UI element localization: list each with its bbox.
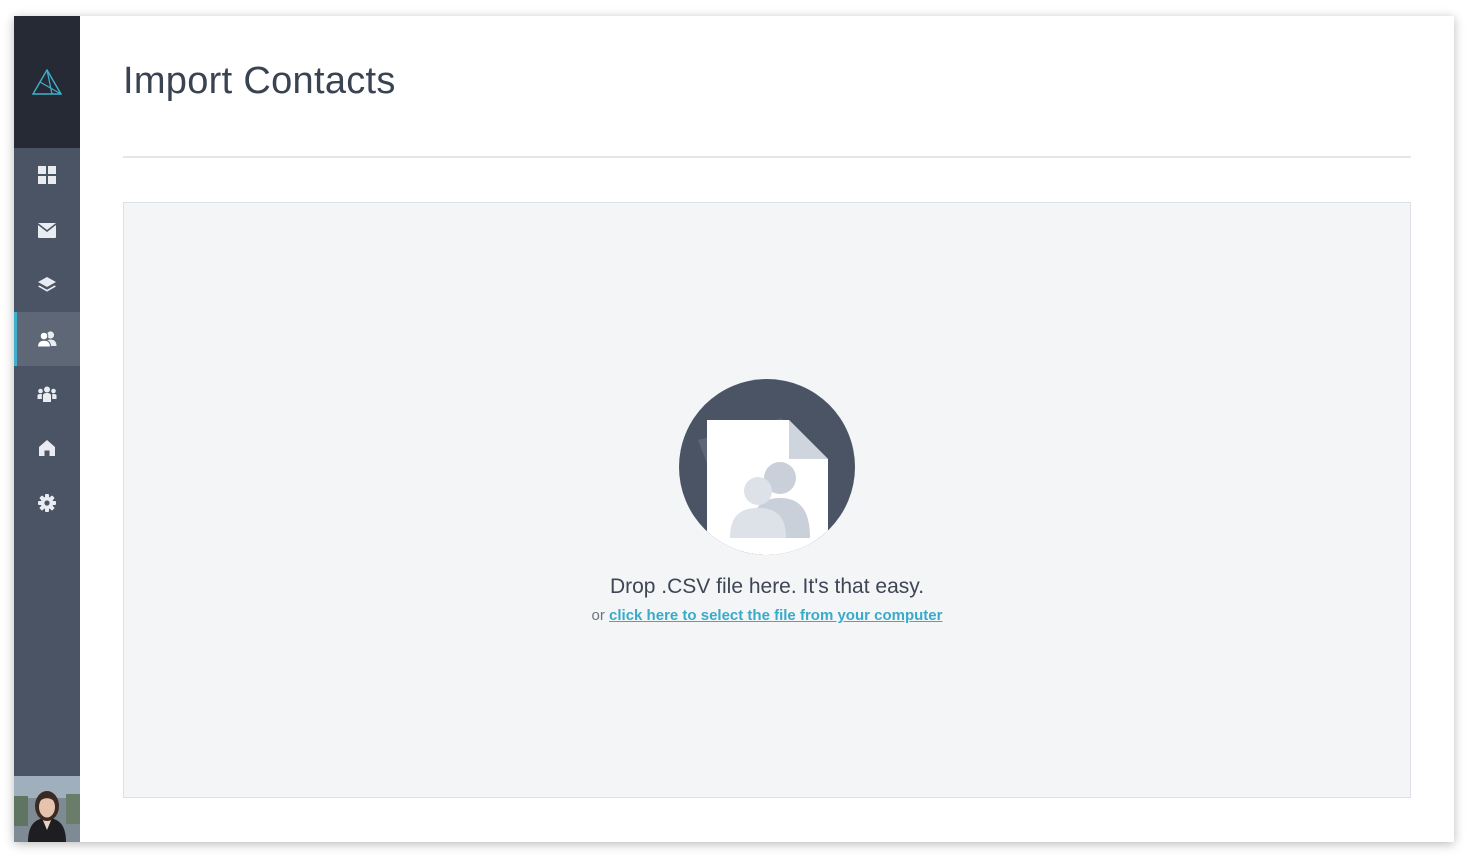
dropzone-headline: Drop .CSV file here. It's that easy. — [609, 575, 925, 598]
select-file-link[interactable]: click here to select the file from your … — [609, 607, 942, 624]
or-label: or — [591, 607, 605, 624]
title-divider — [123, 156, 1411, 158]
contacts-icon — [37, 331, 57, 347]
page-title: Import Contacts — [123, 60, 396, 102]
sidebar-item-dashboard[interactable] — [14, 148, 80, 202]
logo[interactable] — [14, 16, 80, 148]
csv-dropzone[interactable]: Drop .CSV file here. It's that easy. or … — [123, 202, 1411, 798]
triangle-logo-icon — [32, 69, 62, 95]
csv-contacts-file-icon — [679, 379, 855, 555]
home-icon — [39, 440, 55, 456]
envelope-icon — [38, 222, 56, 238]
sidebar-item-layers[interactable] — [14, 258, 80, 312]
sidebar-item-contacts[interactable] — [14, 312, 80, 366]
sidebar-item-mail[interactable] — [14, 203, 80, 257]
layers-icon — [38, 277, 56, 292]
group-icon — [37, 386, 57, 402]
sidebar-item-settings[interactable] — [14, 476, 80, 530]
main-content: Import Contacts Drop .CSV file here. It'… — [80, 16, 1454, 842]
gear-icon — [38, 494, 56, 512]
sidebar — [14, 16, 80, 842]
dropzone-select-line: or click here to select the file from yo… — [124, 607, 1410, 624]
app-window: Import Contacts Drop .CSV file here. It'… — [14, 16, 1454, 842]
grid-icon — [38, 166, 56, 184]
user-avatar[interactable] — [14, 776, 80, 842]
sidebar-item-groups[interactable] — [14, 367, 80, 421]
sidebar-item-home[interactable] — [14, 421, 80, 475]
avatar-photo — [14, 776, 80, 842]
